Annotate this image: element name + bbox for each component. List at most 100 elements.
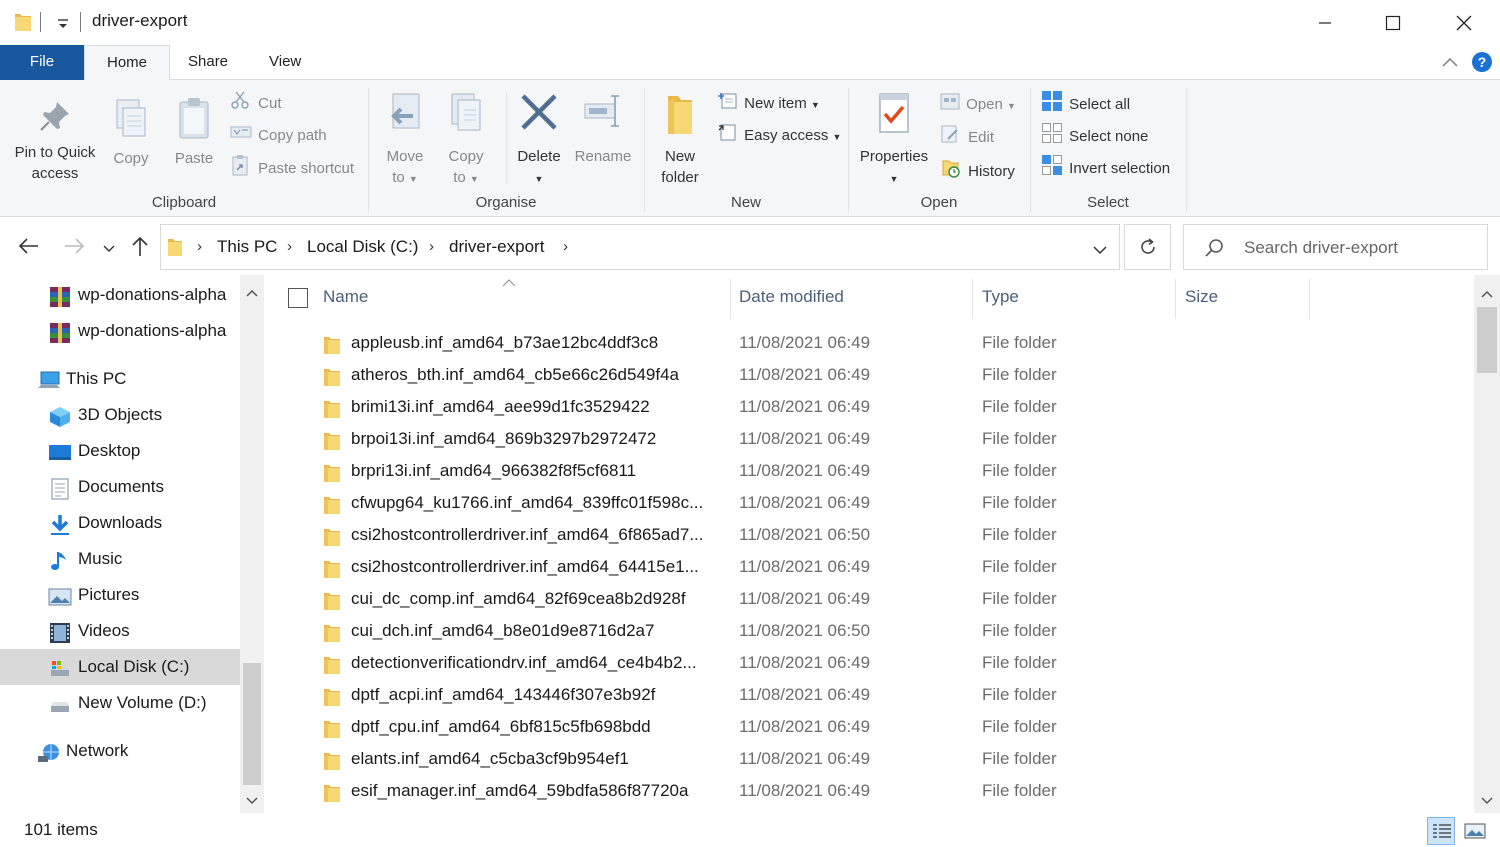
search-placeholder[interactable]: Search driver-export — [1244, 238, 1398, 258]
table-row[interactable]: cui_dch.inf_amd64_b8e01d9e8716d2a711/08/… — [264, 616, 1474, 648]
rename-button[interactable]: Rename — [572, 90, 634, 167]
nav-item-desktop[interactable]: Desktop — [0, 433, 240, 469]
new-folder-line2: folder — [661, 169, 699, 186]
properties-button[interactable]: Properties ▼ — [854, 90, 934, 190]
paste-button[interactable]: Paste — [164, 96, 224, 169]
file-list-scrollbar[interactable] — [1474, 275, 1500, 813]
file-list-scrollbar-thumb[interactable] — [1477, 307, 1497, 373]
nav-item-local-disk-c[interactable]: Local Disk (C:) — [0, 649, 240, 685]
select-all-checkbox[interactable] — [288, 288, 308, 308]
select-all-label: Select all — [1069, 96, 1130, 113]
nav-scrollbar-thumb[interactable] — [243, 663, 261, 785]
table-row[interactable]: csi2hostcontrollerdriver.inf_amd64_64415… — [264, 552, 1474, 584]
nav-item-downloads[interactable]: Downloads — [0, 505, 240, 541]
scroll-down-icon[interactable] — [246, 793, 258, 810]
column-divider[interactable] — [972, 279, 973, 319]
nav-item-this-pc[interactable]: This PC — [0, 361, 240, 397]
table-row[interactable]: atheros_bth.inf_amd64_cb5e66c26d549f4a11… — [264, 360, 1474, 392]
copy-button[interactable]: Copy — [104, 96, 158, 169]
cut-button[interactable]: Cut — [230, 90, 282, 114]
copy-to-button[interactable]: Copy to ▼ — [440, 90, 492, 190]
breadcrumb-chevron-icon[interactable]: › — [429, 238, 434, 255]
refresh-button[interactable] — [1124, 224, 1171, 270]
delete-button[interactable]: Delete ▼ — [512, 90, 566, 190]
column-header-size[interactable]: Size — [1185, 287, 1218, 307]
scroll-down-icon[interactable] — [1481, 793, 1493, 810]
table-row[interactable]: esif_manager.inf_amd64_59bdfa586f87720a1… — [264, 776, 1474, 808]
breadcrumb-local-disk[interactable]: Local Disk (C:) — [307, 237, 418, 257]
table-row[interactable]: brpoi13i.inf_amd64_869b3297b297247211/08… — [264, 424, 1474, 456]
scroll-up-icon[interactable] — [1481, 286, 1493, 303]
column-divider[interactable] — [730, 279, 731, 319]
table-row[interactable]: cfwupg64_ku1766.inf_amd64_839ffc01f598c.… — [264, 488, 1474, 520]
column-header-date-modified[interactable]: Date modified — [739, 287, 844, 307]
table-row[interactable]: brpri13i.inf_amd64_966382f8f5cf681111/08… — [264, 456, 1474, 488]
tab-home[interactable]: Home — [84, 45, 170, 81]
easy-access-button[interactable]: Easy access ▼ — [716, 122, 841, 146]
nav-item-videos[interactable]: Videos — [0, 613, 240, 649]
breadcrumb-chevron-icon[interactable]: › — [563, 238, 568, 255]
table-row[interactable]: csi2hostcontrollerdriver.inf_amd64_6f865… — [264, 520, 1474, 552]
nav-item-documents[interactable]: Documents — [0, 469, 240, 505]
large-icons-view-button[interactable] — [1460, 817, 1488, 845]
breadcrumb-chevron-icon[interactable]: › — [287, 238, 292, 255]
close-button[interactable] — [1441, 0, 1487, 45]
select-all-button[interactable]: Select all — [1041, 90, 1130, 114]
quick-access-dropdown-icon[interactable] — [56, 12, 70, 36]
new-folder-button[interactable]: New folder — [652, 90, 708, 188]
breadcrumb-chevron-icon[interactable]: › — [197, 238, 202, 255]
breadcrumb-driver-export[interactable]: driver-export — [449, 237, 544, 257]
window-title: driver-export — [92, 11, 187, 31]
table-row[interactable]: appleusb.inf_amd64_b73ae12bc4ddf3c811/08… — [264, 328, 1474, 360]
address-bar[interactable]: › This PC › Local Disk (C:) › driver-exp… — [160, 224, 1120, 270]
paste-shortcut-button[interactable]: Paste shortcut — [230, 154, 354, 178]
minimize-button[interactable] — [1302, 0, 1348, 45]
recent-locations-chevron-icon[interactable] — [103, 241, 115, 258]
tab-share[interactable]: Share — [166, 45, 250, 80]
open-button[interactable]: Open ▼ — [940, 91, 1016, 115]
table-row[interactable]: detectionverificationdrv.inf_amd64_ce4b4… — [264, 648, 1474, 680]
details-view-button[interactable] — [1427, 817, 1455, 845]
nav-item-pictures[interactable]: Pictures — [0, 577, 240, 613]
move-to-button[interactable]: Move to ▼ — [378, 90, 432, 190]
column-divider[interactable] — [1309, 279, 1310, 319]
copy-to-line2: to — [453, 169, 466, 186]
pin-to-quick-access-button[interactable]: Pin to Quick access — [8, 96, 102, 184]
copy-path-icon — [230, 122, 252, 150]
nav-item-wp-donations-alpha-2[interactable]: wp-donations-alpha — [0, 313, 240, 349]
nav-item-network[interactable]: Network — [0, 733, 240, 769]
address-dropdown-icon[interactable] — [1093, 242, 1107, 259]
select-none-button[interactable]: Select none — [1041, 122, 1148, 146]
nav-scrollbar[interactable] — [240, 275, 264, 813]
maximize-button[interactable] — [1370, 0, 1416, 45]
table-row[interactable]: elants.inf_amd64_c5cba3cf9b954ef111/08/2… — [264, 744, 1474, 776]
tab-view[interactable]: View — [247, 45, 323, 80]
nav-item-new-volume-d[interactable]: New Volume (D:) — [0, 685, 240, 721]
nav-item-3d-objects[interactable]: 3D Objects — [0, 397, 240, 433]
history-button[interactable]: History — [940, 157, 1015, 181]
breadcrumb-this-pc[interactable]: This PC — [217, 237, 277, 257]
up-arrow-icon[interactable] — [131, 235, 149, 261]
nav-item-wp-donations-alpha-1[interactable]: wp-donations-alpha — [0, 277, 240, 313]
file-name: detectionverificationdrv.inf_amd64_ce4b4… — [351, 653, 697, 673]
invert-selection-button[interactable]: Invert selection — [1041, 154, 1170, 178]
search-box[interactable]: Search driver-export — [1183, 224, 1488, 270]
column-header-type[interactable]: Type — [982, 287, 1019, 307]
table-row[interactable]: brimi13i.inf_amd64_aee99d1fc352942211/08… — [264, 392, 1474, 424]
new-item-button[interactable]: New item ▼ — [716, 90, 820, 114]
nav-item-music[interactable]: Music — [0, 541, 240, 577]
folder-icon — [323, 782, 341, 808]
copy-path-button[interactable]: Copy path — [230, 122, 327, 146]
column-header-name[interactable]: Name — [323, 287, 368, 307]
scroll-up-icon[interactable] — [246, 285, 258, 302]
tab-file[interactable]: File — [0, 45, 84, 80]
column-divider[interactable] — [1175, 279, 1176, 319]
collapse-ribbon-icon[interactable] — [1441, 55, 1459, 73]
edit-button[interactable]: Edit — [940, 124, 994, 148]
table-row[interactable]: cui_dc_comp.inf_amd64_82f69cea8b2d928f11… — [264, 584, 1474, 616]
help-icon[interactable]: ? — [1471, 51, 1493, 77]
forward-arrow-icon[interactable] — [63, 237, 85, 259]
back-arrow-icon[interactable] — [18, 237, 40, 259]
table-row[interactable]: dptf_acpi.inf_amd64_143446f307e3b92f11/0… — [264, 680, 1474, 712]
table-row[interactable]: dptf_cpu.inf_amd64_6bf815c5fb698bdd11/08… — [264, 712, 1474, 744]
